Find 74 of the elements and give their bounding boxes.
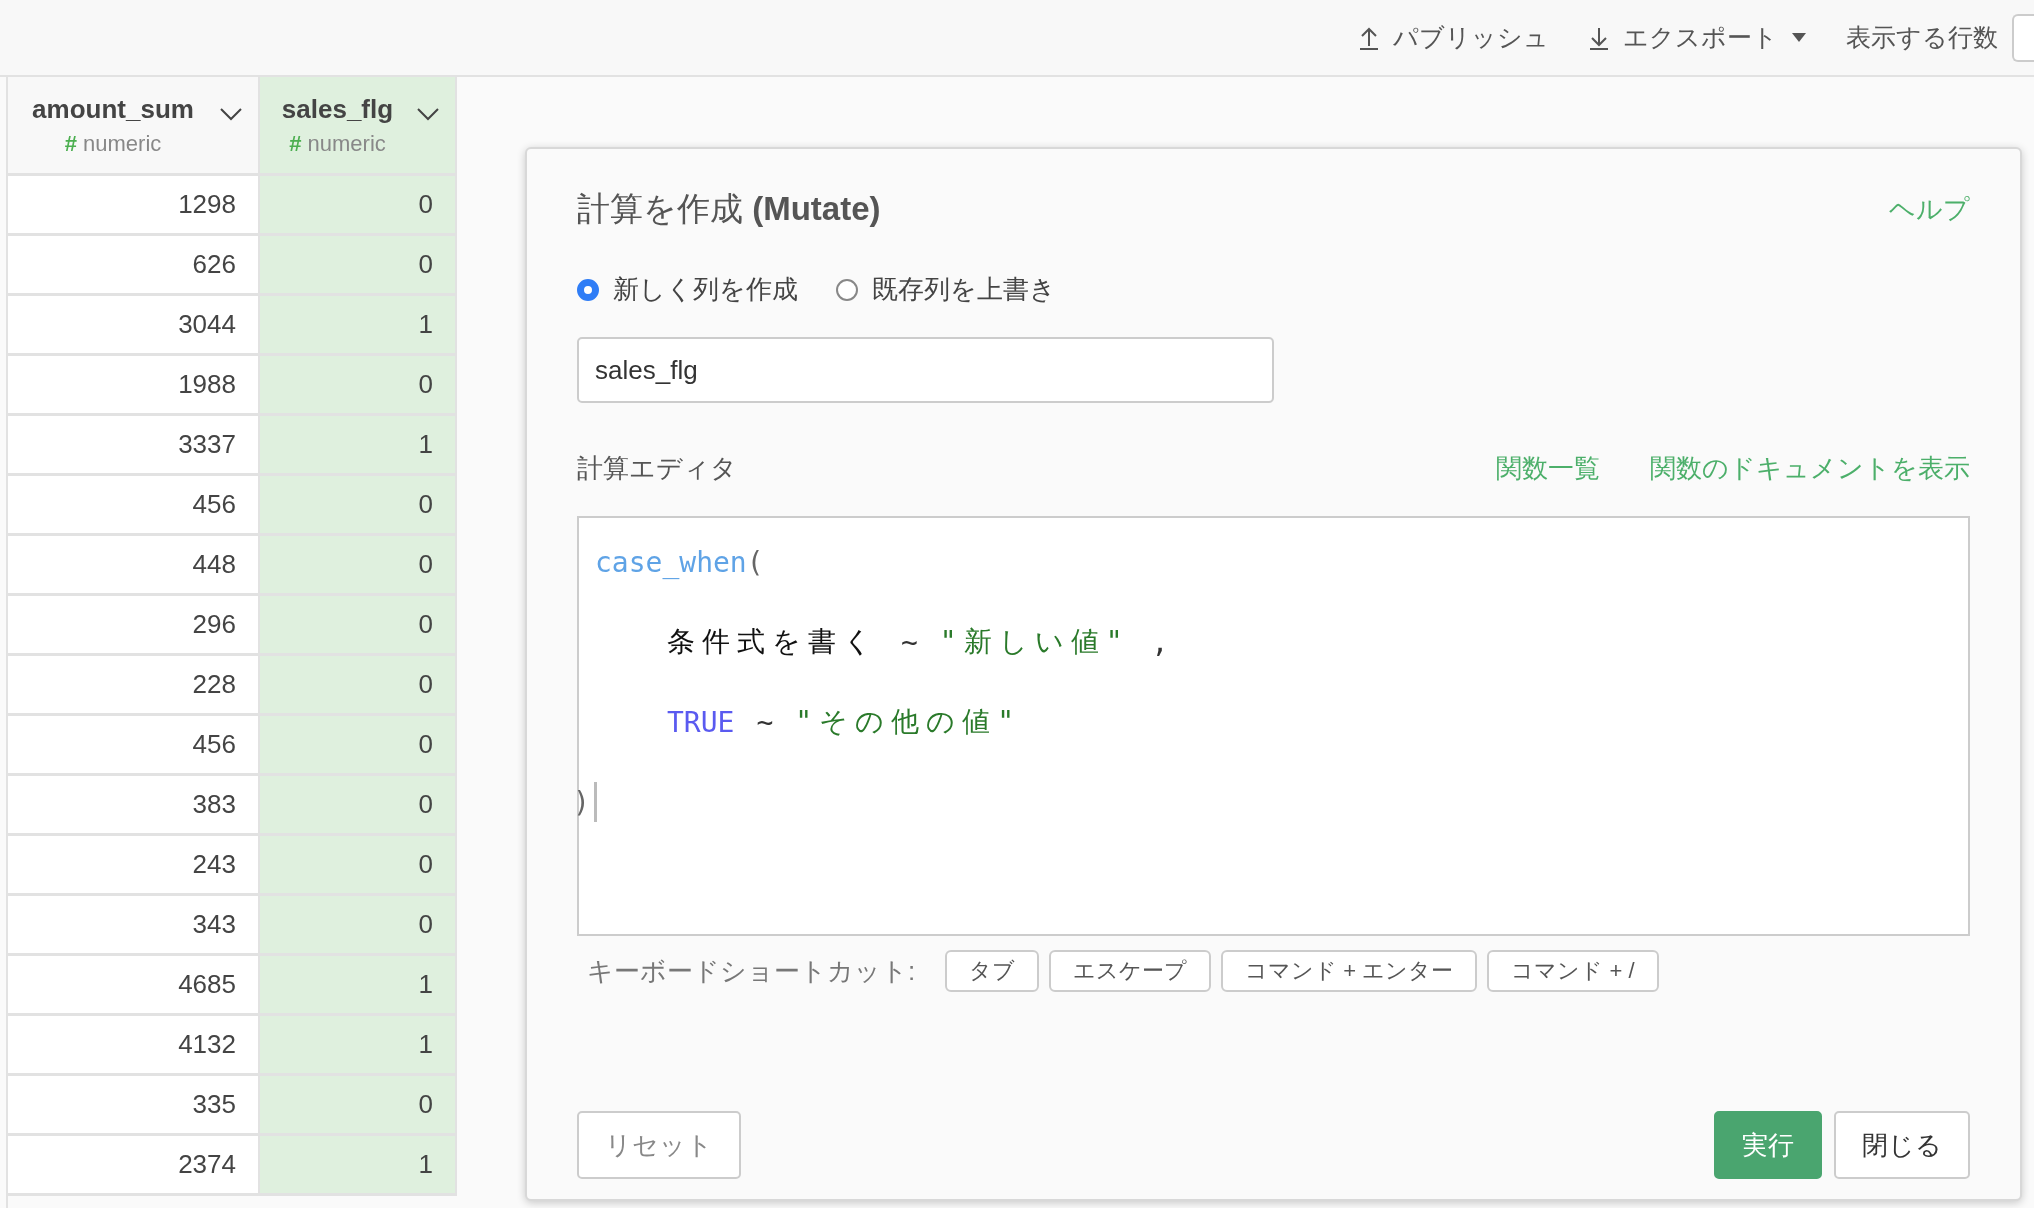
table-cell: 296 (8, 596, 260, 656)
table-cell: 0 (260, 896, 457, 956)
row-count-field[interactable] (2012, 13, 2034, 62)
code-token: TRUE (667, 705, 735, 739)
table-cell: 0 (260, 356, 457, 416)
code-token: ~ (756, 705, 774, 739)
table-cell: 335 (8, 1076, 260, 1136)
column-header[interactable]: amount_sum # numeric (8, 77, 260, 176)
table-cell: 1 (260, 416, 457, 476)
shortcut-key: エスケープ (1049, 950, 1212, 992)
code-token: case_when (595, 545, 747, 579)
export-button[interactable]: エクスポート (1589, 21, 1806, 54)
table-cell: 0 (260, 476, 457, 536)
code-token: 条件式を書く (667, 624, 879, 660)
table-cell: 228 (8, 656, 260, 716)
chevron-down-icon[interactable] (220, 107, 242, 121)
download-icon (1589, 25, 1609, 50)
table-cell: 0 (260, 656, 457, 716)
shortcut-key: タブ (945, 950, 1040, 992)
code-token: , (1151, 625, 1169, 659)
column-name: amount_sum (32, 93, 194, 125)
table-cell: 0 (260, 596, 457, 656)
code-token: "その他の値" (795, 704, 1021, 740)
code-token: "新しい値" (939, 624, 1130, 660)
column-type: # numeric (289, 130, 386, 157)
table-cell: 1298 (8, 176, 260, 236)
table-cell: 243 (8, 836, 260, 896)
column-name-field[interactable]: sales_flg (577, 337, 1274, 403)
radio-dot[interactable] (836, 278, 858, 301)
table-cell: 1988 (8, 356, 260, 416)
table-cell: 383 (8, 776, 260, 836)
table-cell: 4132 (8, 1016, 260, 1076)
publish-button[interactable]: パブリッシュ (1359, 21, 1549, 54)
table-cell: 0 (260, 536, 457, 596)
upload-icon (1359, 25, 1379, 50)
table-cell: 0 (260, 176, 457, 236)
dialog-title: 計算を作成 (Mutate) (577, 189, 881, 229)
table-cell: 343 (8, 896, 260, 956)
editor-label: 計算エディタ (577, 452, 737, 485)
table-cell: 1 (260, 956, 457, 1016)
table-cell: 3044 (8, 296, 260, 356)
table-cell: 0 (260, 776, 457, 836)
code-token: ~ (901, 625, 918, 659)
table-cell: 456 (8, 716, 260, 776)
code-token: ( (746, 545, 764, 579)
row-count-label: 表示する行数 (1846, 22, 1998, 53)
table-cell: 3337 (8, 416, 260, 476)
table-cell: 0 (260, 836, 457, 896)
chevron-down-icon[interactable] (417, 107, 439, 121)
caret-icon (1792, 33, 1806, 42)
table-cell: 626 (8, 236, 260, 296)
radio-dot[interactable] (577, 278, 599, 301)
table-cell: 1 (260, 1016, 457, 1076)
table-cell: 4685 (8, 956, 260, 1016)
column-type: # numeric (64, 130, 162, 157)
table-cell: 0 (260, 236, 457, 296)
column-header[interactable]: sales_flg # numeric (260, 77, 457, 176)
column-name: sales_flg (281, 93, 394, 125)
table-cell: 448 (8, 536, 260, 596)
shortcuts-label: キーボードショートカット: (587, 954, 916, 988)
mode-radio[interactable]: 新しく列を作成 (577, 272, 798, 307)
shortcut-key: コマンド + エンター (1221, 950, 1478, 992)
mode-radio[interactable]: 既存列を上書き (836, 272, 1056, 307)
table-cell: 456 (8, 476, 260, 536)
table-cell: 0 (260, 1076, 457, 1136)
table-cell: 1 (260, 1136, 457, 1196)
table-cell: 0 (260, 716, 457, 776)
shortcut-key: コマンド + / (1487, 950, 1659, 992)
table-cell: 2374 (8, 1136, 260, 1196)
text-cursor (593, 782, 597, 822)
table-cell: 1 (260, 296, 457, 356)
close-button[interactable]: 閉じる (1834, 1111, 1970, 1179)
code-editor[interactable]: case_when( 条件式を書く ~ "新しい値" , TRUE ~ "その他の値" ) (577, 516, 1970, 936)
reset-button[interactable]: リセット (577, 1111, 741, 1179)
